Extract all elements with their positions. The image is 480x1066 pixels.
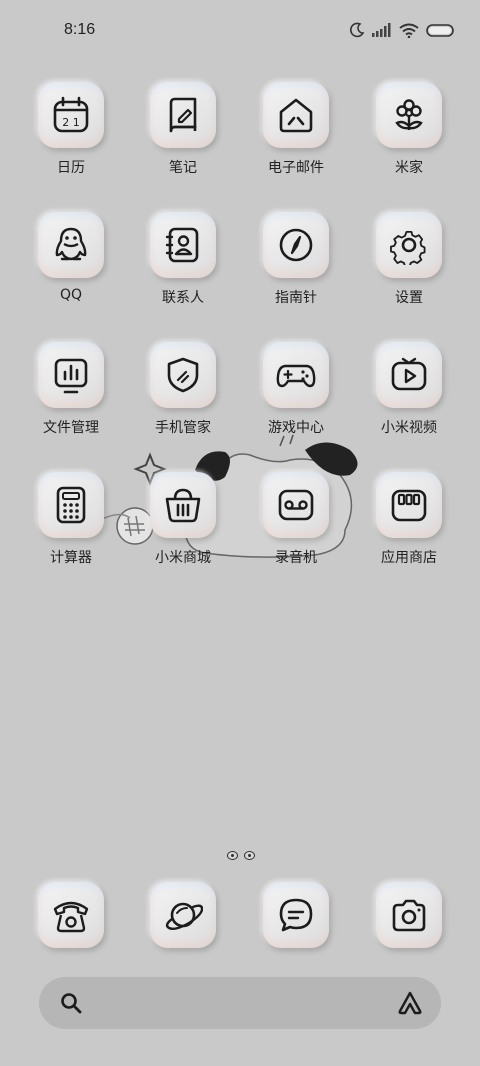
message-bubble-icon (279, 898, 313, 932)
dock-messages[interactable] (240, 882, 352, 948)
calendar-icon: 2 1 (53, 96, 89, 133)
app-qq-tile[interactable] (38, 212, 104, 278)
settings-gear-icon (390, 230, 426, 265)
app-calculator-tile[interactable] (38, 472, 104, 538)
assistant-logo-icon[interactable] (397, 990, 423, 1016)
recorder-icon (278, 489, 314, 521)
search-icon[interactable] (59, 991, 83, 1015)
app-email[interactable]: 电子邮件 (240, 82, 352, 177)
app-label: 应用商店 (381, 550, 437, 566)
moon-icon (350, 22, 365, 38)
app-settings[interactable]: 设置 (353, 212, 465, 307)
app-file-manager[interactable]: 文件管理 (15, 342, 127, 437)
shopping-basket-icon (165, 488, 201, 523)
app-calendar[interactable]: 2 1 日历 (15, 82, 127, 177)
app-contacts[interactable]: 联系人 (127, 212, 239, 307)
compass-icon (279, 228, 313, 262)
app-compass[interactable]: 指南针 (240, 212, 352, 307)
notes-icon (169, 97, 197, 133)
search-bar[interactable] (39, 977, 441, 1029)
dock-phone[interactable] (15, 882, 127, 948)
app-settings-tile[interactable] (376, 212, 442, 278)
gamepad-icon (276, 364, 316, 388)
app-label: QQ (59, 287, 83, 303)
page-dot-1[interactable] (227, 851, 238, 860)
app-recorder[interactable]: 录音机 (240, 472, 352, 567)
app-compass-tile[interactable] (263, 212, 329, 278)
dock-camera-tile[interactable] (376, 882, 442, 948)
app-security[interactable]: 手机管家 (127, 342, 239, 437)
status-icons (349, 22, 454, 38)
video-play-icon (391, 357, 427, 391)
signal-icon (372, 23, 391, 37)
app-label: 日历 (57, 160, 85, 176)
security-shield-icon (167, 357, 199, 393)
dock-browser[interactable] (127, 882, 239, 948)
app-notes-tile[interactable] (150, 82, 216, 148)
app-label: 文件管理 (43, 420, 99, 436)
app-app-store-tile[interactable] (376, 472, 442, 538)
app-app-store[interactable]: 应用商店 (353, 472, 465, 567)
app-label: 小米商城 (155, 550, 211, 566)
qq-penguin-icon (55, 227, 87, 261)
dock-phone-tile[interactable] (38, 882, 104, 948)
app-label: 计算器 (50, 550, 92, 566)
app-notes[interactable]: 笔记 (127, 82, 239, 177)
app-label: 米家 (395, 160, 423, 176)
app-store-icon (391, 489, 427, 522)
telephone-icon (53, 901, 89, 933)
app-mi-video-tile[interactable] (376, 342, 442, 408)
app-email-tile[interactable] (263, 82, 329, 148)
page-indicator[interactable] (227, 851, 255, 860)
app-label: 游戏中心 (268, 420, 324, 436)
app-label: 设置 (395, 290, 423, 306)
app-calculator[interactable]: 计算器 (15, 472, 127, 567)
app-label: 联系人 (162, 290, 204, 306)
calendar-digits: 2 1 (62, 116, 80, 129)
contacts-icon (165, 227, 199, 263)
app-game-center-tile[interactable] (263, 342, 329, 408)
camera-icon (392, 899, 426, 932)
planet-browser-icon (165, 902, 203, 931)
app-recorder-tile[interactable] (263, 472, 329, 538)
status-time: 8:16 (64, 21, 96, 38)
app-label: 电子邮件 (268, 160, 324, 176)
email-icon (279, 98, 313, 133)
app-mijia-tile[interactable] (376, 82, 442, 148)
app-calendar-tile[interactable]: 2 1 (38, 82, 104, 148)
dock-camera[interactable] (353, 882, 465, 948)
app-mijia[interactable]: 米家 (353, 82, 465, 177)
app-mi-video[interactable]: 小米视频 (353, 342, 465, 437)
calculator-icon (56, 486, 86, 524)
battery-icon (426, 23, 454, 37)
dock-messages-tile[interactable] (263, 882, 329, 948)
app-label: 笔记 (169, 160, 197, 176)
app-qq[interactable]: QQ (15, 212, 127, 303)
app-label: 录音机 (275, 550, 317, 566)
wifi-icon (399, 23, 419, 38)
app-game-center[interactable]: 游戏中心 (240, 342, 352, 437)
app-file-manager-tile[interactable] (38, 342, 104, 408)
app-contacts-tile[interactable] (150, 212, 216, 278)
app-mi-store-tile[interactable] (150, 472, 216, 538)
app-label: 小米视频 (381, 420, 437, 436)
dock-browser-tile[interactable] (150, 882, 216, 948)
file-manager-icon (54, 358, 88, 394)
page-dot-2[interactable] (244, 851, 255, 860)
mijia-icon (395, 99, 423, 130)
app-label: 手机管家 (155, 420, 211, 436)
app-security-tile[interactable] (150, 342, 216, 408)
app-label: 指南针 (275, 290, 317, 306)
status-bar: 8:16 (0, 0, 480, 62)
app-mi-store[interactable]: 小米商城 (127, 472, 239, 567)
